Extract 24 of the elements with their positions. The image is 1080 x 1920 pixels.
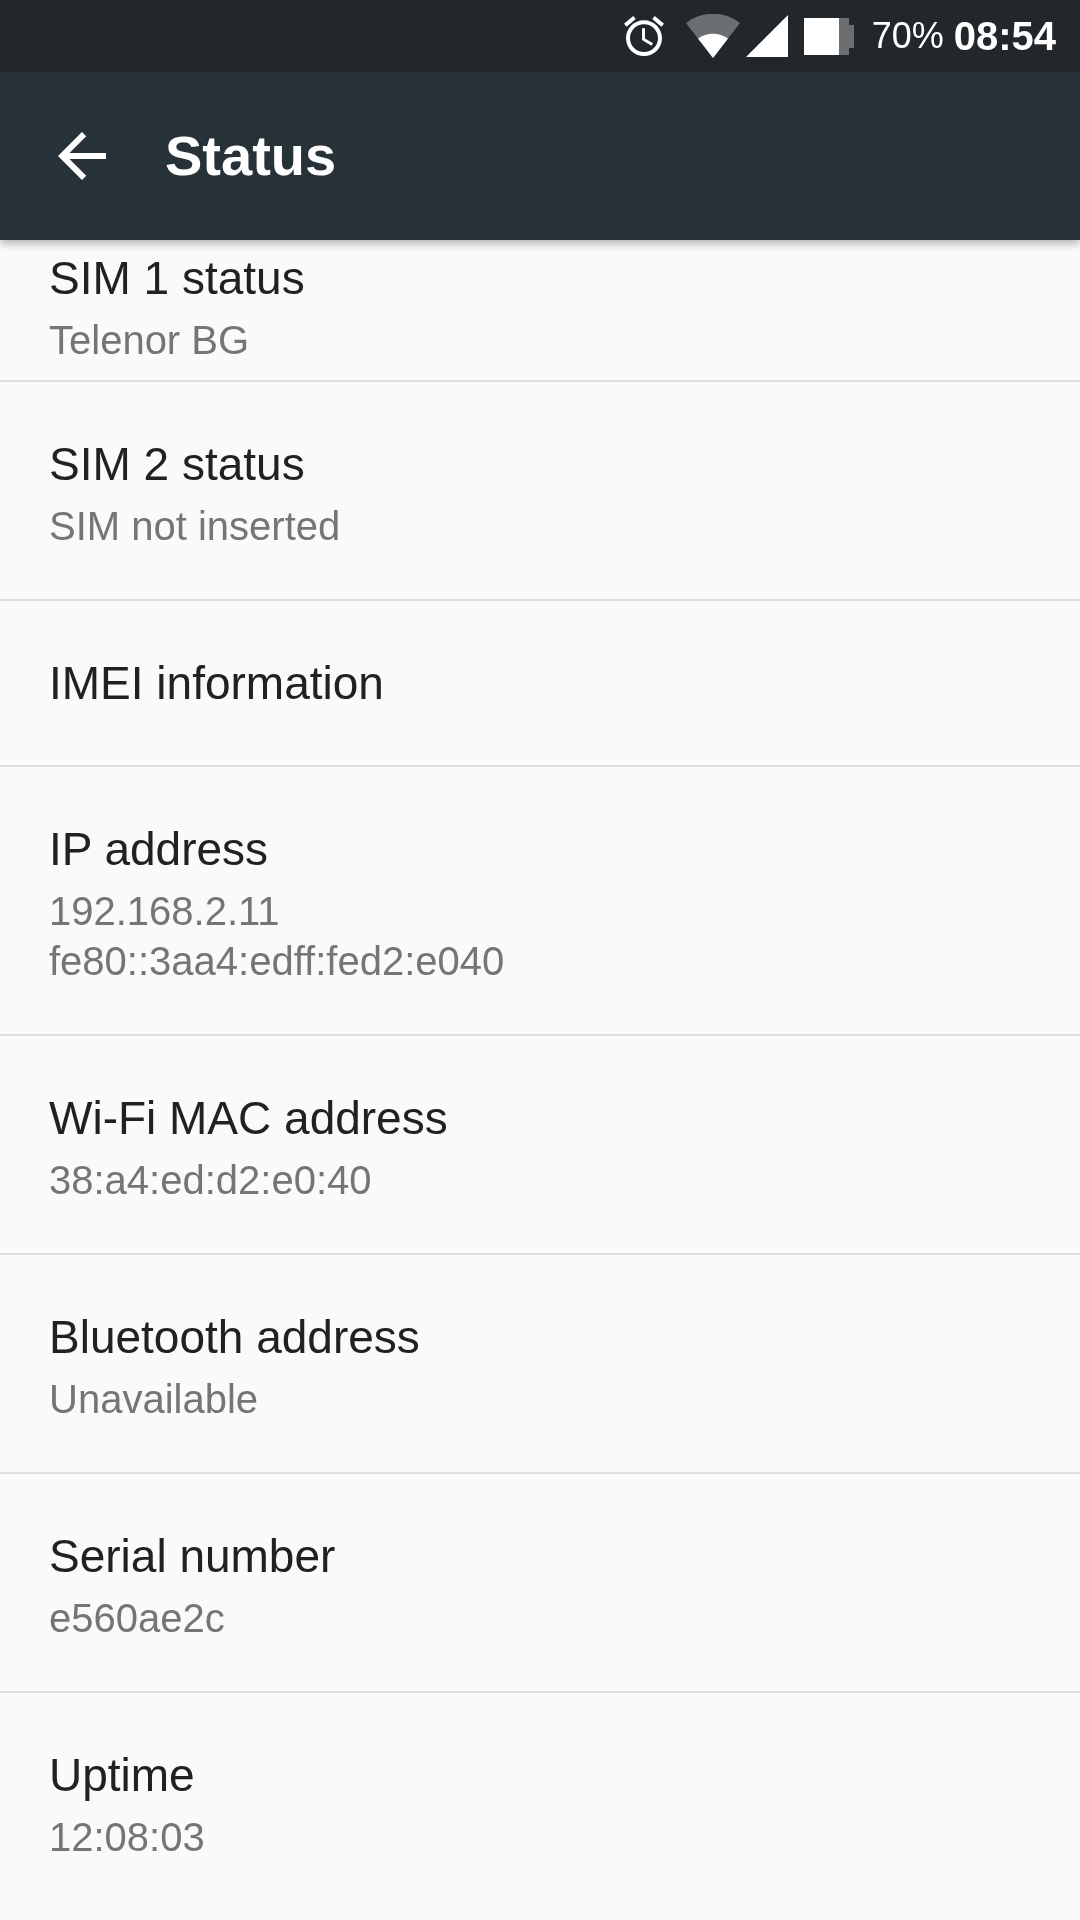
item-title: Bluetooth address bbox=[49, 1310, 420, 1365]
item-title: SIM 2 status bbox=[49, 437, 305, 492]
signal-icon bbox=[745, 15, 788, 57]
item-title: Wi-Fi MAC address bbox=[49, 1091, 448, 1146]
item-title: Serial number bbox=[49, 1529, 336, 1584]
battery-icon bbox=[803, 17, 854, 55]
alarm-clock-icon bbox=[623, 16, 664, 56]
battery-percent: 70% bbox=[871, 14, 944, 58]
item-value: SIM not inserted bbox=[49, 503, 341, 550]
item-title: SIM 1 status bbox=[49, 251, 305, 306]
item-title: Uptime bbox=[49, 1748, 195, 1803]
clock-time: 08:54 bbox=[953, 13, 1056, 60]
item-value: Unavailable bbox=[49, 1376, 259, 1423]
item-value: e560ae2c bbox=[49, 1595, 225, 1642]
item-title: IP address bbox=[49, 822, 269, 877]
item-value: Telenor BG bbox=[49, 317, 250, 364]
item-value: 38:a4:ed:d2:e0:40 bbox=[49, 1157, 372, 1204]
item-value: 12:08:03 bbox=[49, 1814, 205, 1861]
item-value: fe80::3aa4:edff:fed2:e040 bbox=[49, 938, 505, 985]
back-arrow-icon bbox=[58, 132, 106, 180]
item-value: 192.168.2.11 bbox=[49, 888, 280, 935]
item-title: IMEI information bbox=[49, 656, 384, 711]
screen-title: Status bbox=[165, 123, 337, 189]
wifi-icon bbox=[685, 14, 740, 58]
